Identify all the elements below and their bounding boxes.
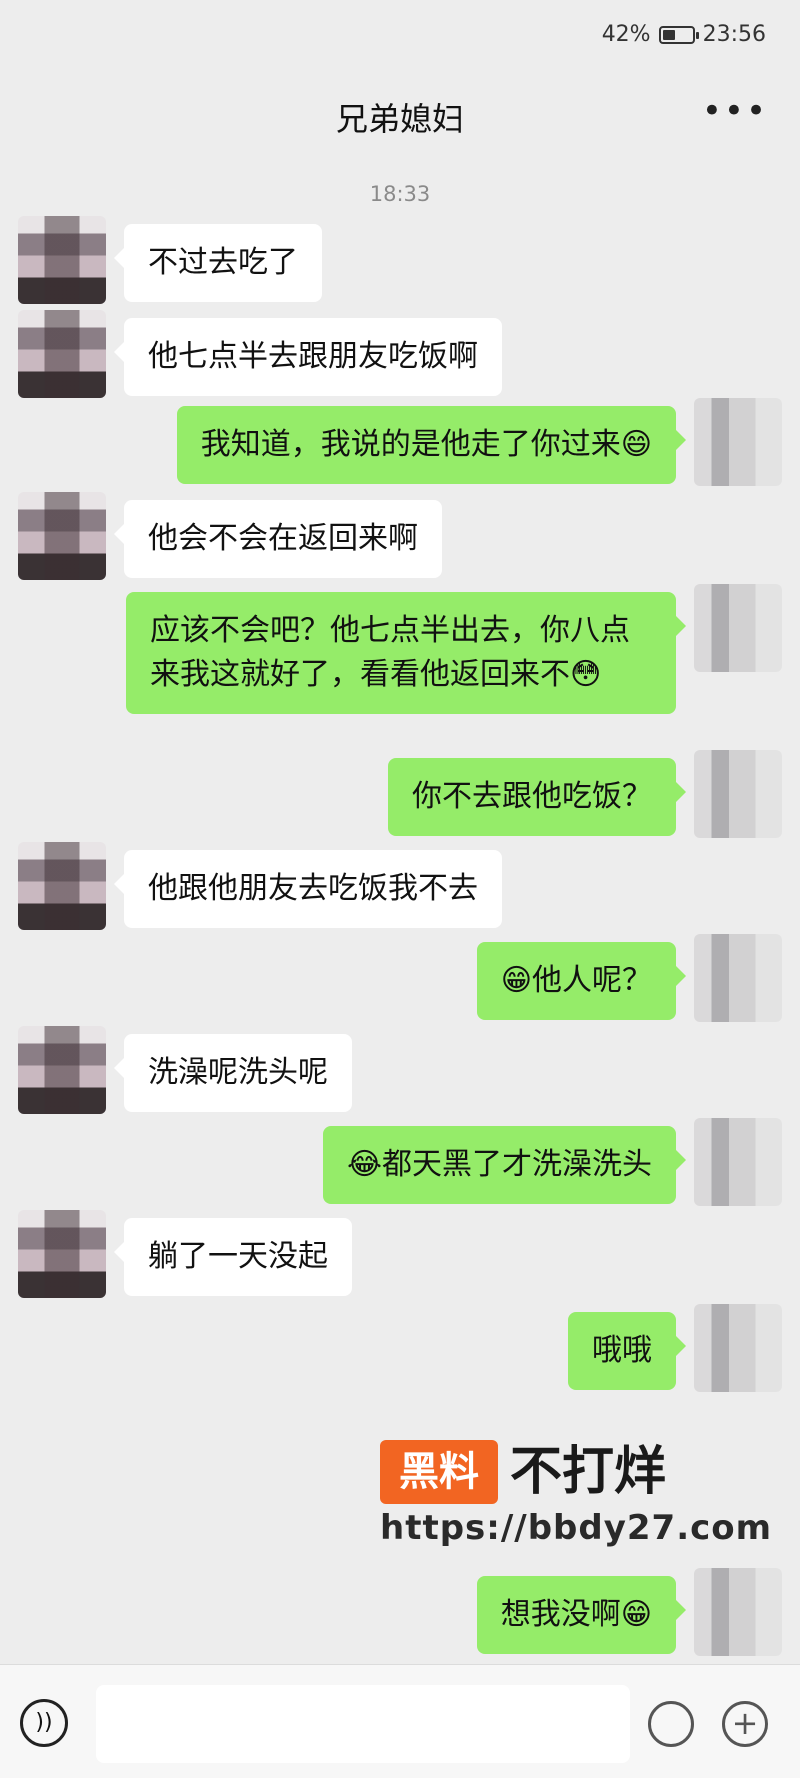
message-row: 洗澡呢洗头呢 (0, 1026, 800, 1114)
watermark-brand: 黑料 (380, 1440, 498, 1504)
plus-icon[interactable]: + (722, 1701, 768, 1747)
message-row: 不过去吃了 (0, 216, 800, 304)
my-avatar[interactable] (694, 1304, 782, 1392)
message-row: 想我没啊😁 (0, 1568, 800, 1656)
battery-icon (658, 25, 699, 44)
battery-fill (662, 29, 675, 40)
outgoing-message[interactable]: 应该不会吧？他七点半出去，你八点来我这就好了，看看他返回来不😳 (126, 592, 686, 714)
message-row: 我知道，我说的是他走了你过来😄 (0, 398, 800, 486)
emoji-icon[interactable] (648, 1701, 694, 1747)
message-row: 😂都天黑了才洗澡洗头 (0, 1118, 800, 1206)
battery-percent: 42% (601, 22, 651, 47)
my-avatar[interactable] (694, 398, 782, 486)
voice-icon[interactable]: )) (20, 1699, 68, 1747)
message-row: 哦哦 (0, 1304, 800, 1392)
chat-header: 兄弟媳妇 ••• (0, 72, 800, 154)
incoming-message[interactable]: 他会不会在返回来啊 (114, 500, 442, 578)
incoming-message[interactable]: 他七点半去跟朋友吃饭啊 (114, 318, 502, 396)
outgoing-message[interactable]: 我知道，我说的是他走了你过来😄 (176, 406, 687, 484)
contact-avatar[interactable] (18, 842, 106, 930)
incoming-message[interactable]: 他跟他朋友去吃饭我不去 (114, 850, 502, 928)
outgoing-message[interactable]: 😂都天黑了才洗澡洗头 (322, 1126, 687, 1204)
message-list[interactable]: 18:33 不过去吃了 他七点半去跟朋友吃饭啊 我知道，我说的是他走了你过来😄 … (0, 154, 800, 1664)
outgoing-message[interactable]: 你不去跟他吃饭？ (388, 758, 686, 836)
watermark-slogan: 不打烊 (510, 1442, 667, 1502)
watermark-url: https://bbdy27.com (380, 1508, 773, 1548)
my-avatar[interactable] (694, 934, 782, 1022)
message-row: 他七点半去跟朋友吃饭啊 (0, 310, 800, 398)
contact-avatar[interactable] (18, 1026, 106, 1114)
message-row: 他跟他朋友去吃饭我不去 (0, 842, 800, 930)
contact-avatar[interactable] (18, 1210, 106, 1298)
timestamp: 18:33 (369, 182, 431, 206)
message-row: 躺了一天没起 (0, 1210, 800, 1298)
contact-avatar[interactable] (18, 492, 106, 580)
outgoing-message[interactable]: 想我没啊😁 (476, 1576, 687, 1654)
message-row: 他会不会在返回来啊 (0, 492, 800, 580)
clock: 23:56 (702, 22, 766, 47)
my-avatar[interactable] (694, 1568, 782, 1656)
incoming-message[interactable]: 不过去吃了 (114, 224, 322, 302)
contact-avatar[interactable] (18, 216, 106, 304)
watermark: 黑料 不打烊 https://bbdy27.com (380, 1440, 771, 1560)
composer-bar: )) + (0, 1664, 800, 1778)
message-row: 😁他人呢？ (0, 934, 800, 1022)
contact-avatar[interactable] (18, 310, 106, 398)
more-horizontal-icon[interactable]: ••• (702, 94, 768, 128)
status-bar: 42% 23:56 (0, 0, 800, 72)
my-avatar[interactable] (694, 750, 782, 838)
my-avatar[interactable] (694, 1118, 782, 1206)
outgoing-message[interactable]: 😁他人呢？ (476, 942, 687, 1020)
message-input[interactable] (96, 1685, 630, 1763)
incoming-message[interactable]: 洗澡呢洗头呢 (114, 1034, 352, 1112)
message-row: 你不去跟他吃饭？ (0, 750, 800, 838)
status-right: 42% 23:56 (602, 22, 766, 47)
message-row: 应该不会吧？他七点半出去，你八点来我这就好了，看看他返回来不😳 (0, 584, 800, 754)
incoming-message[interactable]: 躺了一天没起 (114, 1218, 352, 1296)
chat-title: 兄弟媳妇 (335, 100, 464, 138)
outgoing-message[interactable]: 哦哦 (568, 1312, 686, 1390)
my-avatar[interactable] (694, 584, 782, 672)
